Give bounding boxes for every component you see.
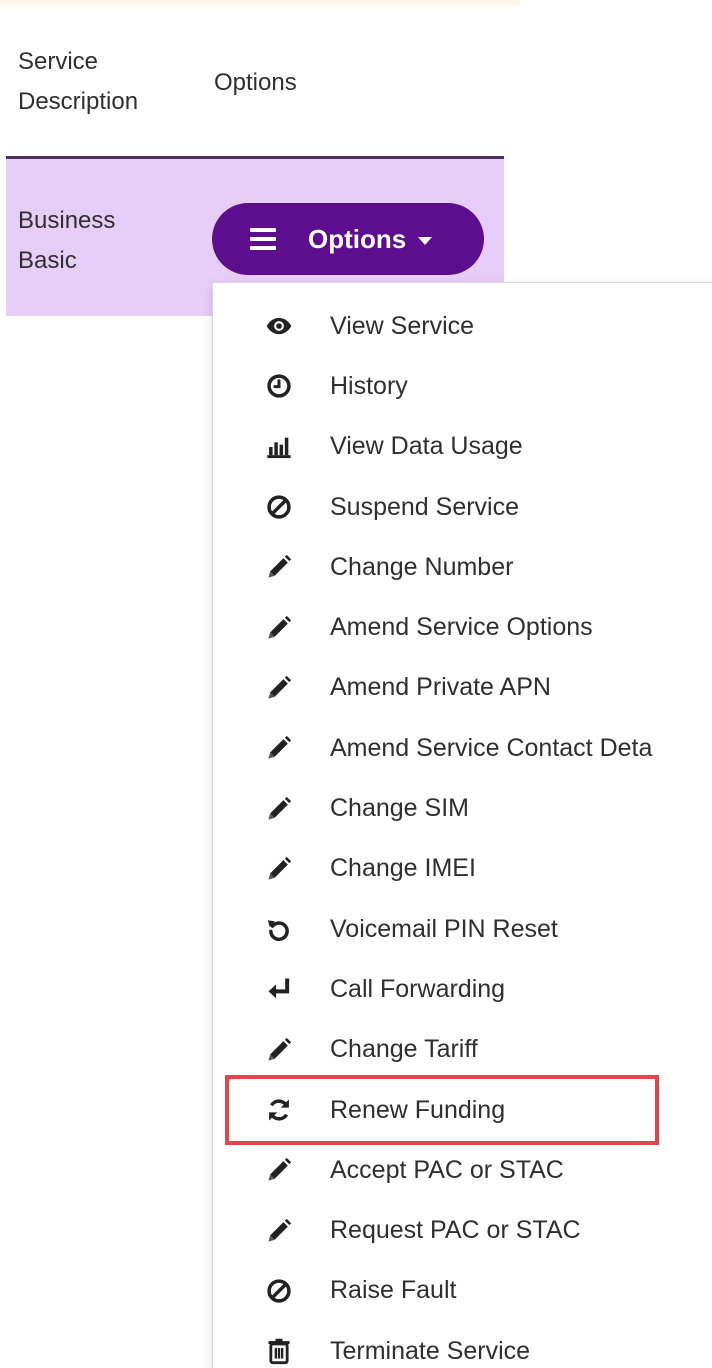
menu-item-history[interactable]: History [213, 356, 712, 416]
pencil-icon [263, 1154, 295, 1186]
menu-item-amend-service-options[interactable]: Amend Service Options [213, 597, 712, 657]
caret-down-icon [418, 236, 433, 245]
menu-item-change-tariff[interactable]: Change Tariff [213, 1020, 712, 1080]
return-arrow-icon [263, 973, 295, 1005]
bar-chart-icon [263, 431, 295, 463]
undo-icon [263, 913, 295, 945]
dropdown-menu-list: View Service History View Data Usage Suspen… [213, 296, 712, 1368]
menu-item-label: Accept PAC or STAC [330, 1155, 564, 1184]
menu-item-label: Amend Service Options [330, 613, 593, 642]
menu-item-suspend-service[interactable]: Suspend Service [213, 477, 712, 537]
menu-item-label: Voicemail PIN Reset [330, 914, 558, 943]
menu-item-terminate-service[interactable]: Terminate Service [213, 1321, 712, 1368]
menu-item-label: Suspend Service [330, 492, 520, 521]
pencil-icon [263, 672, 295, 704]
menu-item-label: Amend Private APN [330, 673, 551, 702]
pencil-icon [263, 732, 295, 764]
clock-icon [263, 370, 295, 402]
menu-item-label: History [330, 371, 408, 400]
menu-item-change-number[interactable]: Change Number [213, 537, 712, 597]
menu-item-label: Renew Funding [330, 1095, 506, 1124]
menu-item-amend-service-contact-deta[interactable]: Amend Service Contact Deta [213, 718, 712, 778]
refresh-icon [263, 1094, 295, 1126]
menu-item-accept-pac-or-stac[interactable]: Accept PAC or STAC [213, 1140, 712, 1200]
menu-item-label: Terminate Service [330, 1336, 531, 1365]
options-button-label: Options [308, 223, 407, 254]
menu-item-raise-fault[interactable]: Raise Fault [213, 1261, 712, 1321]
column-header-service-description: Service Description [18, 48, 139, 115]
pencil-icon [263, 551, 295, 583]
menu-item-label: View Data Usage [330, 432, 523, 461]
menu-item-request-pac-or-stac[interactable]: Request PAC or STAC [213, 1200, 712, 1260]
menu-item-change-sim[interactable]: Change SIM [213, 778, 712, 838]
menu-item-view-data-usage[interactable]: View Data Usage [213, 417, 712, 477]
menu-item-label: Amend Service Contact Deta [330, 733, 653, 762]
pencil-icon [263, 1034, 295, 1066]
pencil-icon [263, 853, 295, 885]
menu-item-renew-funding[interactable]: Renew Funding [213, 1080, 712, 1140]
menu-item-voicemail-pin-reset[interactable]: Voicemail PIN Reset [213, 899, 712, 959]
menu-item-view-service[interactable]: View Service [213, 296, 712, 356]
menu-item-amend-private-apn[interactable]: Amend Private APN [213, 658, 712, 718]
menu-item-change-imei[interactable]: Change IMEI [213, 839, 712, 899]
hamburger-icon [250, 228, 276, 250]
options-dropdown-button[interactable]: Options [212, 203, 484, 275]
options-dropdown-menu: View Service History View Data Usage Suspen… [212, 282, 712, 1368]
menu-item-label: Call Forwarding [330, 974, 506, 1003]
menu-item-call-forwarding[interactable]: Call Forwarding [213, 959, 712, 1019]
menu-item-label: Raise Fault [330, 1276, 457, 1305]
pencil-icon [263, 793, 295, 825]
eye-icon [263, 310, 295, 342]
ban-icon [263, 491, 295, 523]
column-header-options: Options [214, 69, 297, 96]
menu-item-label: View Service [330, 311, 475, 340]
menu-item-label: Change Number [330, 552, 514, 581]
pencil-icon [263, 1215, 295, 1247]
trash-icon [263, 1335, 295, 1367]
top-strip [0, 0, 520, 6]
service-description-cell: Business Basic [18, 207, 116, 274]
page: Service Description Options Business Bas… [0, 0, 712, 1368]
menu-item-label: Request PAC or STAC [330, 1216, 581, 1245]
ban-icon [263, 1275, 295, 1307]
menu-item-label: Change IMEI [330, 854, 476, 883]
menu-item-label: Change Tariff [330, 1035, 478, 1064]
pencil-icon [263, 612, 295, 644]
menu-item-label: Change SIM [330, 794, 469, 823]
